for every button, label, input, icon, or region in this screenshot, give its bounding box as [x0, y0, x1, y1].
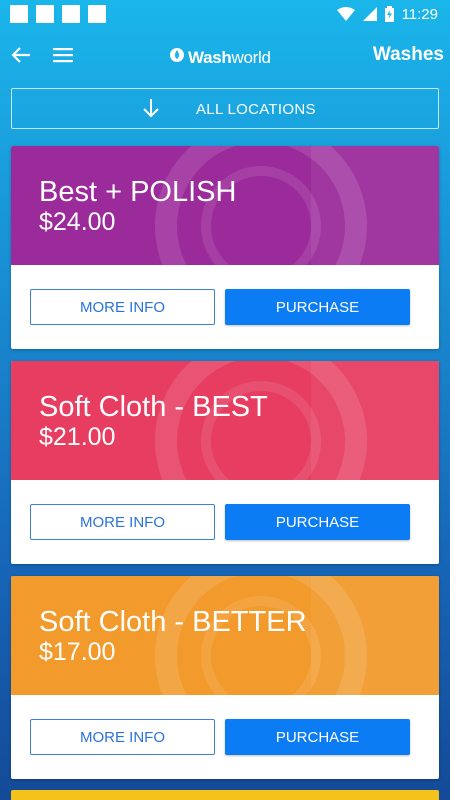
- status-bar: 11:29: [0, 0, 450, 28]
- wash-name: Best + POLISH: [39, 176, 237, 208]
- purchase-button[interactable]: PURCHASE: [225, 504, 410, 540]
- location-filter-label: ALL LOCATIONS: [196, 101, 316, 118]
- wash-card-banner: Soft Cloth - BEST $21.00: [11, 361, 439, 480]
- hamburger-icon: [53, 47, 73, 68]
- logo-text-light: world: [231, 47, 271, 67]
- notification-icons: [10, 5, 106, 23]
- wash-card-banner: Soft Cloth - BETTER $17.00: [11, 576, 439, 695]
- purchase-button[interactable]: PURCHASE: [225, 719, 410, 755]
- notification-icon: [88, 5, 106, 23]
- wifi-icon: [336, 7, 355, 21]
- clock: 11:29: [401, 5, 438, 23]
- location-filter-button[interactable]: ALL LOCATIONS: [11, 88, 439, 129]
- wash-card: Soft Cloth - BEST $21.00 MORE INFO PURCH…: [11, 361, 439, 564]
- purchase-button[interactable]: PURCHASE: [225, 289, 410, 325]
- water-drop-icon: [170, 47, 184, 68]
- arrow-down-icon: [142, 98, 160, 123]
- wash-card-partial[interactable]: [11, 790, 439, 800]
- menu-button[interactable]: [42, 36, 84, 78]
- more-info-button[interactable]: MORE INFO: [30, 504, 215, 540]
- notification-icon: [62, 5, 80, 23]
- back-button[interactable]: [0, 36, 42, 78]
- wash-name: Soft Cloth - BEST: [39, 391, 268, 423]
- wash-name: Soft Cloth - BETTER: [39, 606, 307, 638]
- wash-price: $21.00: [39, 423, 116, 451]
- more-info-button[interactable]: MORE INFO: [30, 289, 215, 325]
- page-title: Washes: [372, 44, 444, 65]
- wash-card: Best + POLISH $24.00 MORE INFO PURCHASE: [11, 146, 439, 349]
- signal-icon: [362, 7, 377, 21]
- battery-icon: [384, 6, 394, 22]
- washworld-logo: Wash world: [170, 47, 271, 68]
- notification-icon: [36, 5, 54, 23]
- wash-price: $17.00: [39, 638, 116, 666]
- arrow-left-icon: [11, 46, 31, 69]
- app-bar: Wash world Washes: [0, 30, 450, 84]
- wash-card-banner: Best + POLISH $24.00: [11, 146, 439, 265]
- notification-icon: [10, 5, 28, 23]
- wash-card: Soft Cloth - BETTER $17.00 MORE INFO PUR…: [11, 576, 439, 779]
- logo-text-bold: Wash: [188, 47, 232, 67]
- more-info-button[interactable]: MORE INFO: [30, 719, 215, 755]
- wash-price: $24.00: [39, 208, 116, 236]
